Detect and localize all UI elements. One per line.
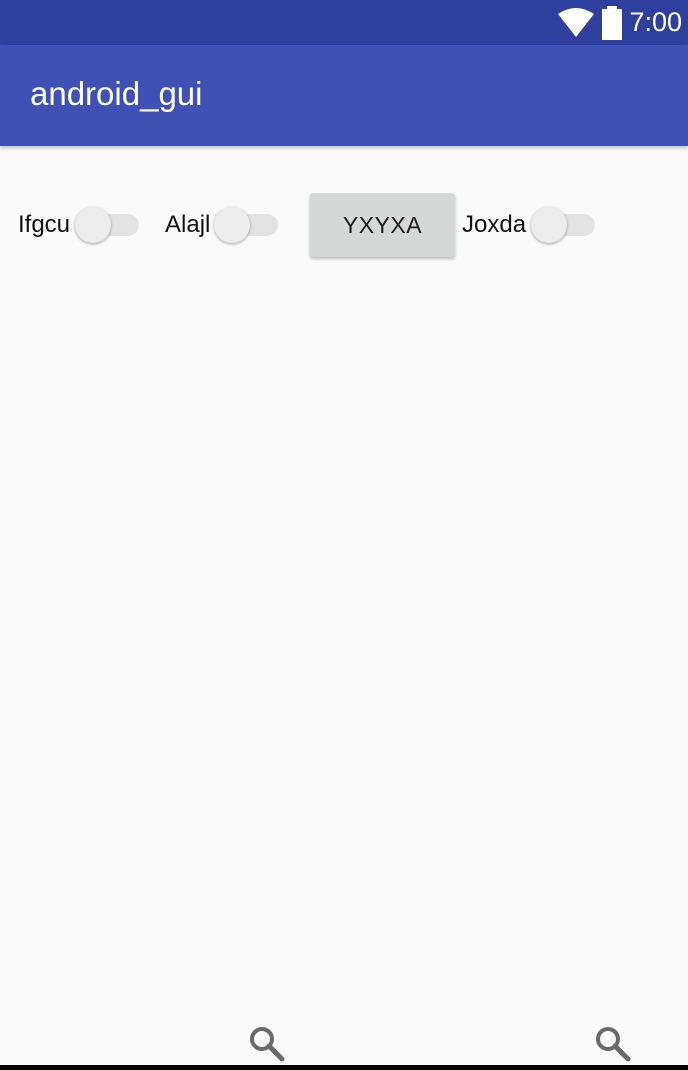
search-icon[interactable] — [247, 1024, 287, 1064]
status-bar: 7:00 — [0, 0, 688, 45]
wifi-icon — [558, 7, 595, 37]
battery-icon — [602, 5, 623, 40]
status-time: 7:00 — [629, 7, 682, 37]
switch-thumb — [214, 207, 250, 243]
switch-label-ifgcu: Ifgcu — [18, 211, 71, 238]
switch-label-alajl: Alajl — [165, 211, 211, 238]
switch-label-joxda: Joxda — [462, 211, 527, 238]
status-icons: 7:00 — [557, 0, 682, 45]
screen: 7:00 android_gui Ifgcu Alajl YXYXA Joxda — [0, 0, 688, 1070]
search-icon[interactable] — [593, 1024, 633, 1064]
yxyxa-button[interactable]: YXYXA — [310, 193, 455, 257]
app-bar: android_gui — [0, 45, 688, 146]
bottom-edge — [0, 1065, 688, 1070]
switch-thumb — [75, 207, 111, 243]
switch-thumb — [531, 207, 567, 243]
app-title: android_gui — [30, 75, 203, 112]
